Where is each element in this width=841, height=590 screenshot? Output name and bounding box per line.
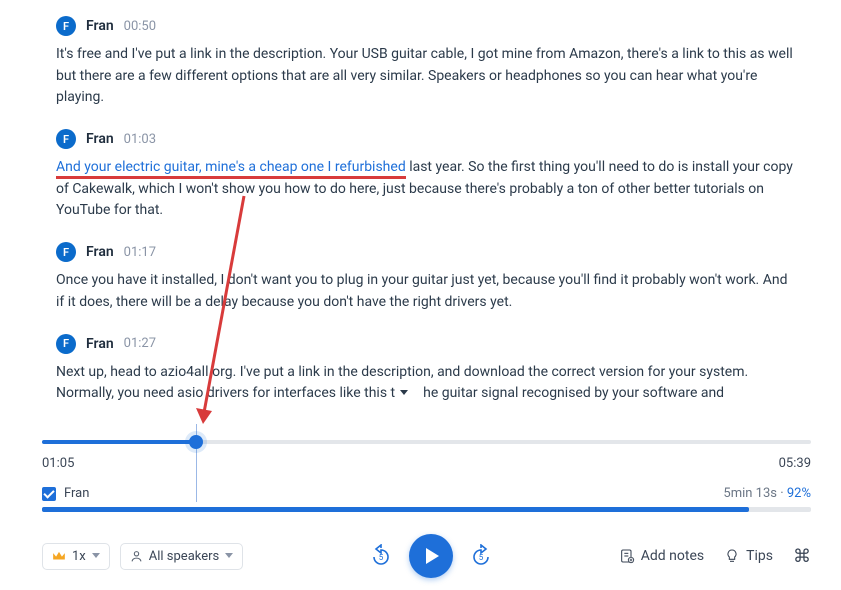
entry-header: F Fran 01:03 — [56, 129, 797, 149]
highlighted-segment[interactable]: And your electric guitar, mine's a cheap… — [56, 159, 406, 179]
timeline-progress — [42, 440, 196, 444]
chevron-down-icon — [92, 552, 100, 560]
svg-text:5: 5 — [379, 553, 384, 562]
chevron-down-icon — [225, 552, 233, 560]
lightbulb-icon — [724, 548, 740, 564]
controls-left: 1x All speakers — [42, 543, 243, 570]
transcript-pane: F Fran 00:50 It's free and I've put a li… — [0, 0, 841, 430]
controls-row: 1x All speakers 5 5 — [42, 534, 811, 578]
keyboard-shortcuts-button[interactable]: ⌘ — [793, 546, 811, 567]
speed-label: 1x — [72, 549, 86, 564]
add-notes-button[interactable]: Add notes — [619, 548, 704, 564]
transcript-entry[interactable]: F Fran 01:27 Next up, head to azio4all.o… — [56, 334, 797, 405]
total-time: 05:39 — [779, 456, 811, 471]
transcript-entry[interactable]: F Fran 01:17 Once you have it installed,… — [56, 242, 797, 313]
stat-sep: · — [777, 486, 787, 501]
skip-back-button[interactable]: 5 — [367, 542, 395, 570]
timestamp[interactable]: 01:03 — [124, 132, 156, 147]
current-time: 01:05 — [42, 456, 74, 471]
speaker-stats: 5min 13s · 92% — [723, 486, 811, 501]
svg-text:5: 5 — [479, 553, 484, 562]
avatar: F — [56, 16, 76, 36]
speaker-checkbox[interactable] — [42, 487, 56, 501]
speaker-row: Fran 5min 13s · 92% — [42, 486, 811, 501]
timestamp[interactable]: 01:27 — [124, 336, 156, 351]
speed-button[interactable]: 1x — [42, 543, 110, 570]
entry-text[interactable]: Next up, head to azio4all.org. I've put … — [56, 362, 797, 405]
tips-label: Tips — [746, 548, 773, 564]
entry-text[interactable]: It's free and I've put a link in the des… — [56, 44, 797, 109]
playhead[interactable] — [189, 435, 203, 449]
entry-header: F Fran 00:50 — [56, 16, 797, 36]
speaker-name: Fran — [86, 131, 114, 147]
avatar: F — [56, 334, 76, 354]
entry-header: F Fran 01:27 — [56, 334, 797, 354]
speakers-filter-label: All speakers — [149, 549, 219, 564]
crown-icon — [52, 550, 66, 562]
speaker-duration: 5min 13s — [723, 486, 777, 501]
timestamp[interactable]: 01:17 — [124, 245, 156, 260]
controls-right: Add notes Tips ⌘ — [619, 546, 811, 567]
add-notes-label: Add notes — [641, 548, 704, 564]
speaker-name: Fran — [86, 244, 114, 260]
timestamp[interactable]: 00:50 — [124, 19, 156, 34]
timeline[interactable]: 01:05 05:39 — [42, 434, 811, 474]
play-button[interactable] — [409, 534, 453, 578]
tips-button[interactable]: Tips — [724, 548, 773, 564]
avatar: F — [56, 129, 76, 149]
entry-text[interactable]: Once you have it installed, I don't want… — [56, 270, 797, 313]
speaker-row-name[interactable]: Fran — [64, 486, 89, 501]
speakers-filter-button[interactable]: All speakers — [120, 543, 243, 570]
avatar: F — [56, 242, 76, 262]
entry-text[interactable]: And your electric guitar, mine's a cheap… — [56, 157, 797, 222]
play-icon — [426, 548, 439, 564]
speaker-bar[interactable] — [42, 507, 811, 512]
entry-header: F Fran 01:17 — [56, 242, 797, 262]
transcript-entry[interactable]: F Fran 01:03 And your electric guitar, m… — [56, 129, 797, 222]
command-icon: ⌘ — [793, 546, 811, 567]
entry-text-post[interactable]: he guitar signal recognised by your soft… — [423, 385, 724, 401]
speaker-percent: 92% — [787, 486, 811, 501]
note-icon — [619, 548, 635, 564]
speaker-name: Fran — [86, 18, 114, 34]
chevron-down-icon[interactable] — [397, 386, 411, 400]
speaker-bar-fill — [42, 507, 749, 512]
transcript-entry[interactable]: F Fran 00:50 It's free and I've put a li… — [56, 16, 797, 109]
skip-forward-button[interactable]: 5 — [467, 542, 495, 570]
speaker-name: Fran — [86, 336, 114, 352]
person-icon — [130, 550, 143, 563]
controls-center: 5 5 — [367, 534, 495, 578]
player-bar: 01:05 05:39 Fran 5min 13s · 92% 1x — [0, 428, 841, 590]
